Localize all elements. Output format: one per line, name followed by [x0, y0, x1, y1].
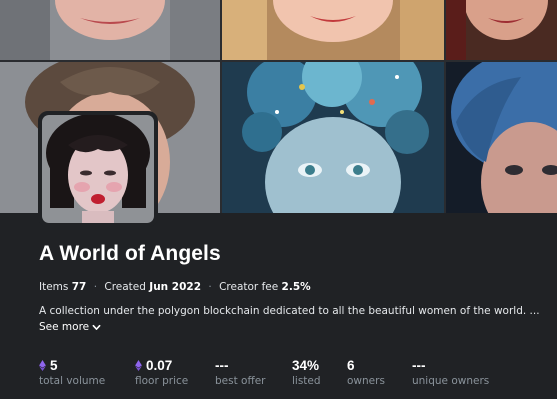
collection-meta: Items 77 · Created Jun 2022 · Creator fe… [39, 281, 311, 293]
banner-image-top-middle [222, 0, 444, 60]
items-label: Items [39, 281, 69, 293]
see-more-button[interactable]: See more [39, 321, 101, 333]
stat-label: unique owners [412, 375, 490, 387]
stat-value: 34% [292, 358, 320, 373]
collection-description: A collection under the polygon blockchai… [39, 305, 540, 317]
stat-floor-price[interactable]: 0.07 floor price [135, 357, 188, 387]
banner-image-top-right [446, 0, 557, 60]
items-value: 77 [71, 281, 87, 293]
meta-separator: · [93, 281, 98, 293]
collection-avatar [38, 111, 158, 227]
stat-owners[interactable]: 6 owners [347, 357, 385, 387]
creator-fee-label: Creator fee [219, 281, 279, 293]
chevron-down-icon [92, 324, 101, 330]
created-label: Created [104, 281, 146, 293]
stat-listed[interactable]: 34% listed [292, 357, 321, 387]
stat-label: total volume [39, 375, 106, 387]
eth-icon [135, 360, 142, 371]
stat-total-volume[interactable]: 5 total volume [39, 357, 105, 387]
stat-unique-owners[interactable]: --- unique owners [412, 357, 489, 387]
stat-label: best offer [215, 375, 266, 387]
created-value: Jun 2022 [149, 281, 202, 293]
stat-value: --- [215, 358, 229, 373]
stat-best-offer[interactable]: --- best offer [215, 357, 266, 387]
stat-value: 5 [50, 358, 58, 373]
banner-image-top-left [0, 0, 220, 60]
stat-value: 6 [347, 358, 355, 373]
banner-image-bottom-right [446, 62, 557, 213]
stat-label: floor price [135, 375, 189, 387]
eth-icon [39, 360, 46, 371]
stat-label: owners [347, 375, 385, 387]
stat-value: --- [412, 358, 426, 373]
stat-value: 0.07 [146, 358, 173, 373]
see-more-label: See more [39, 321, 90, 333]
banner-image-bottom-middle [222, 62, 444, 213]
creator-fee-value: 2.5% [281, 281, 311, 293]
collection-title: A World of Angels [39, 242, 221, 265]
stat-label: listed [292, 375, 321, 387]
collection-page: A World of Angels Items 77 · Created Jun… [0, 0, 557, 399]
meta-separator: · [208, 281, 212, 293]
